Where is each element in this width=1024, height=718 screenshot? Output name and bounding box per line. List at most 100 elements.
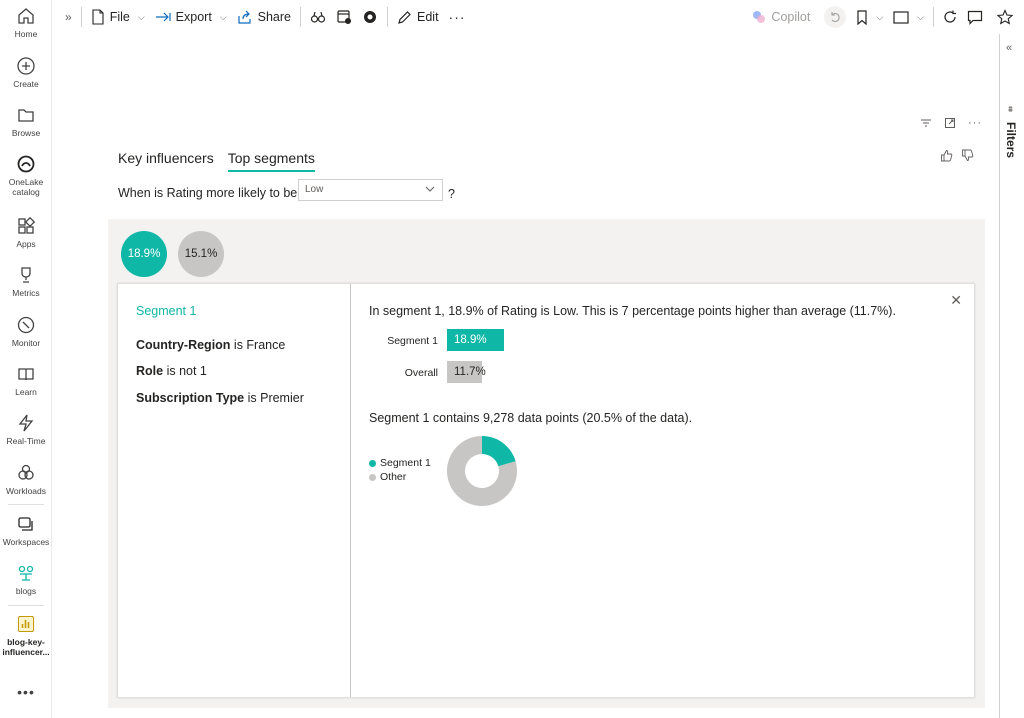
nav-label-line1: OneLake	[8, 177, 44, 187]
nav-label: OneLake catalog	[0, 177, 52, 197]
comment-button[interactable]	[962, 4, 988, 30]
focus-mode-icon[interactable]	[944, 117, 956, 129]
thumbs-up-icon[interactable]	[940, 149, 953, 162]
top-toolbar: » File ⌵ Export ⌵ Share Edit ··· Copilot	[52, 0, 1024, 34]
view-icon	[893, 10, 909, 24]
filters-pane-label[interactable]: Filters	[1004, 122, 1018, 158]
segment-share-donut	[447, 436, 517, 506]
segment-detail-card: Segment 1 Country-Region is France Role …	[117, 283, 975, 698]
ellipsis-icon: ···	[448, 9, 466, 25]
visual-header: ···	[920, 117, 982, 129]
chevron-down-icon: ⌵	[876, 11, 884, 22]
nav-metrics[interactable]: Metrics	[0, 265, 52, 298]
tab-top-segments[interactable]: Top segments	[227, 150, 315, 172]
export-menu-button[interactable]: Export ⌵	[150, 4, 232, 30]
nav-home[interactable]: Home	[0, 6, 52, 39]
filter-icon: ⩩	[1008, 104, 1013, 114]
nav-blogs[interactable]: blogs	[0, 563, 52, 596]
toolbar-divider	[300, 7, 301, 27]
chevron-down-icon: ⌵	[917, 11, 924, 22]
nav-browse[interactable]: Browse	[0, 105, 52, 138]
collapse-filters-chevron-icon[interactable]: «	[1006, 42, 1012, 54]
condition-field: Country-Region	[136, 338, 231, 352]
refresh-button[interactable]	[938, 4, 962, 30]
nav-apps[interactable]: Apps	[0, 216, 52, 249]
copilot-button[interactable]: Copilot	[747, 4, 815, 30]
apps-icon	[18, 216, 36, 234]
undo-button[interactable]	[819, 4, 851, 30]
more-options-button[interactable]: ···	[444, 4, 471, 30]
edit-button[interactable]: Edit	[392, 4, 444, 30]
subscribe-button[interactable]	[331, 4, 357, 30]
donut-slice-segment[interactable]	[482, 436, 516, 467]
expand-pane-button[interactable]: »	[60, 4, 77, 30]
rating-value-dropdown[interactable]: Low	[298, 179, 443, 201]
question-text: When is Rating more likely to be	[118, 186, 298, 200]
legend-item-other: Other	[369, 470, 431, 484]
copilot-label: Copilot	[771, 10, 811, 24]
nav-monitor[interactable]: Monitor	[0, 315, 52, 348]
share-button[interactable]: Share	[232, 4, 296, 30]
segment-condition: Role is not 1	[136, 364, 207, 378]
nav-onelake-catalog[interactable]: OneLake catalog	[0, 154, 52, 197]
view-button[interactable]: ⌵	[888, 4, 929, 30]
toolbar-divider	[933, 7, 934, 27]
nav-divider	[8, 504, 44, 505]
file-menu-button[interactable]: File ⌵	[86, 4, 150, 30]
double-chevron-right-icon: »	[65, 10, 72, 24]
more-options-icon[interactable]: ···	[968, 117, 982, 129]
undo-icon	[824, 6, 847, 28]
copilot-icon	[753, 11, 766, 23]
filter-lines-icon[interactable]	[920, 118, 932, 128]
plus-circle-icon	[17, 57, 35, 75]
nav-label: Workspaces	[2, 537, 50, 547]
report-icon	[18, 616, 34, 632]
star-icon	[997, 9, 1013, 25]
nav-label: Browse	[11, 128, 41, 138]
nav-learn[interactable]: Learn	[0, 364, 52, 397]
nav-label: Metrics	[12, 288, 40, 298]
nav-real-time[interactable]: Real-Time	[0, 413, 52, 446]
bar-label-overall: Overall	[404, 367, 438, 379]
lightning-icon	[18, 414, 34, 432]
folder-icon	[18, 109, 34, 122]
export-arrow-icon	[155, 12, 171, 22]
binoculars-button[interactable]	[305, 4, 331, 30]
workspace-group-icon	[18, 565, 34, 581]
tab-key-influencers[interactable]: Key influencers	[118, 150, 214, 172]
pencil-icon	[398, 10, 411, 24]
segment-condition: Country-Region is France	[136, 338, 285, 352]
close-icon[interactable]: ✕	[950, 292, 962, 309]
donut-legend: Segment 1 Other	[369, 456, 431, 484]
bar-overall: 11.7%	[447, 361, 486, 383]
nav-label: Apps	[16, 239, 36, 249]
trophy-icon	[21, 267, 31, 283]
nav-label: Real-Time	[6, 436, 46, 446]
bar-label-segment: Segment 1	[387, 335, 438, 347]
condition-op: is not 1	[166, 364, 207, 378]
refresh-icon	[944, 10, 956, 23]
segment-bubble-2[interactable]: 15.1%	[178, 231, 224, 277]
nav-workspaces[interactable]: Workspaces	[0, 514, 52, 547]
feedback-group	[940, 149, 974, 162]
nav-label: Home	[14, 29, 38, 39]
condition-field: Subscription Type	[136, 391, 245, 405]
bar-value-label: 18.9%	[454, 334, 487, 346]
segment-definition: Segment 1 Country-Region is France Role …	[118, 284, 351, 697]
nav-more-button[interactable]: •••	[0, 684, 52, 700]
toolbar-right-group: Copilot ⌵ ⌵	[747, 0, 1024, 34]
legend-dot-other	[369, 473, 376, 481]
favorite-button[interactable]	[992, 4, 1018, 30]
segment-bubble-1[interactable]: 18.9%	[121, 231, 167, 277]
nav-report-blog-key-influencer[interactable]: blog-key-influencer...	[0, 614, 52, 657]
insights-icon	[364, 11, 376, 23]
condition-op: is France	[233, 338, 286, 352]
bookmark-icon	[857, 9, 867, 25]
export-label: Export	[175, 10, 212, 24]
copilot-insights-button[interactable]	[357, 4, 383, 30]
thumbs-down-icon[interactable]	[961, 149, 974, 162]
nav-create[interactable]: Create	[0, 56, 52, 89]
nav-label: blogs	[15, 586, 37, 596]
nav-workloads[interactable]: Workloads	[0, 463, 52, 496]
bookmark-button[interactable]: ⌵	[851, 4, 888, 30]
